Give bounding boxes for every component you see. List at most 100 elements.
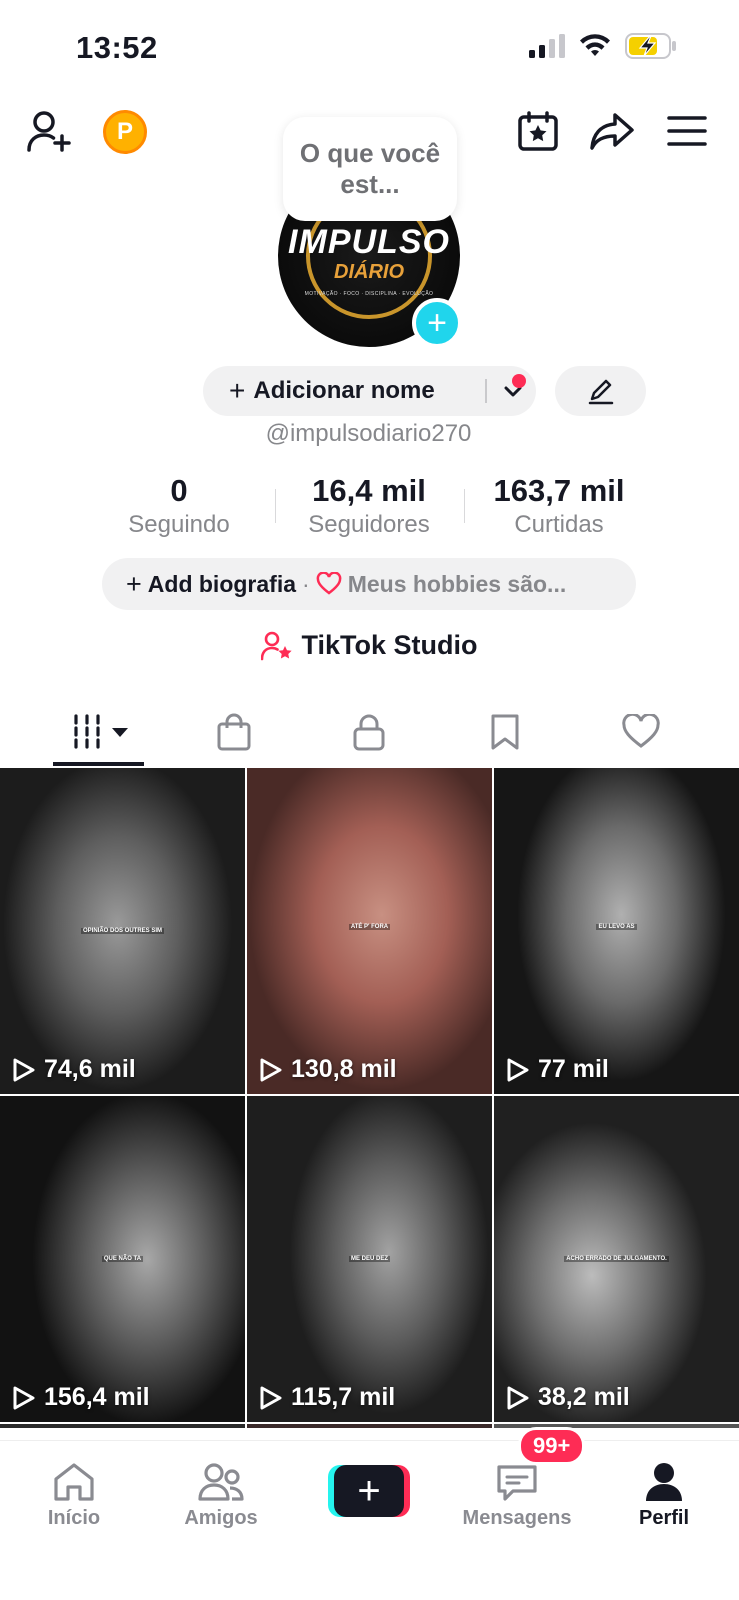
signal-icon <box>529 34 565 58</box>
thumbnail-image <box>494 768 739 1094</box>
avatar-logo-title: IMPULSO <box>288 223 450 261</box>
view-count: 38,2 mil <box>506 1383 630 1412</box>
tab-saved[interactable] <box>475 710 535 754</box>
add-name-button[interactable]: + Adicionar nome <box>203 366 536 416</box>
add-bio-label: Add biografia <box>147 570 297 597</box>
clock: 13:52 <box>76 30 158 65</box>
divider <box>485 379 487 403</box>
video-caption: ME DEU DEZ <box>348 1256 390 1262</box>
menu-button[interactable] <box>664 110 710 152</box>
thumbnail-image <box>247 768 492 1094</box>
username-text: @impulsodiario270 <box>265 420 472 447</box>
bottom-navigation: Início Amigos + Mensagens 99+ Perfil <box>0 1427 739 1600</box>
tab-private[interactable] <box>339 710 399 754</box>
plus-icon: + <box>126 568 142 599</box>
view-count: 156,4 mil <box>12 1383 150 1412</box>
stat-followers[interactable]: 16,4 mil Seguidores <box>274 473 464 541</box>
tab-videos[interactable] <box>68 710 134 754</box>
avatar-logo-subtitle: DIÁRIO <box>334 261 404 283</box>
view-count-text: 130,8 mil <box>291 1055 397 1083</box>
add-name-label: Adicionar nome <box>253 377 435 404</box>
video-thumbnail[interactable] <box>0 1424 245 1428</box>
status-icons <box>529 33 677 59</box>
nav-friends-label: Amigos <box>184 1507 258 1529</box>
video-caption: QUE NÃO TA <box>101 1256 144 1262</box>
nav-friends[interactable]: Amigos <box>161 1457 281 1530</box>
create-plus-icon: + <box>334 1465 404 1517</box>
profile-icon <box>646 1463 682 1501</box>
calendar-button[interactable] <box>514 107 562 155</box>
share-button[interactable] <box>588 107 636 155</box>
video-caption: EU LEVO AS <box>596 924 637 930</box>
add-user-icon <box>27 111 71 152</box>
content-tabs <box>0 700 739 768</box>
view-count-text: 74,6 mil <box>44 1055 136 1083</box>
hamburger-menu-icon <box>667 116 707 146</box>
avatar-logo-tagline: MOTIVAÇÃO · FOCO · DISCIPLINA · EVOLUÇÃO <box>304 291 434 297</box>
video-caption: ATÉ P' FORA <box>348 924 391 930</box>
tab-shop[interactable] <box>204 710 264 754</box>
add-avatar-button[interactable]: + <box>412 298 462 348</box>
view-count-text: 77 mil <box>538 1055 609 1083</box>
heart-icon <box>622 714 660 748</box>
create-button[interactable]: + <box>328 1465 410 1517</box>
stat-followers-label: Seguidores <box>308 511 430 538</box>
play-icon <box>13 1386 35 1409</box>
wifi-icon <box>580 34 610 56</box>
view-count: 74,6 mil <box>12 1055 136 1084</box>
video-caption: OPINIÃO DOS OUTRES SIM <box>80 928 164 934</box>
calendar-star-icon <box>518 111 558 151</box>
bookmark-icon <box>491 714 519 750</box>
nav-profile[interactable]: Perfil <box>604 1457 724 1530</box>
play-icon <box>260 1386 282 1409</box>
play-icon <box>260 1058 282 1081</box>
messages-icon <box>497 1465 537 1501</box>
video-thumbnail[interactable] <box>247 1424 492 1428</box>
tab-liked[interactable] <box>611 710 671 754</box>
stat-following[interactable]: 0 Seguindo <box>84 473 274 541</box>
studio-label: TikTok Studio <box>301 630 478 660</box>
status-bar: 13:52 <box>0 0 739 95</box>
add-friend-button[interactable] <box>26 108 74 156</box>
stat-likes-label: Curtidas <box>514 511 604 538</box>
video-thumbnail[interactable]: EU LEVO AS 77 mil <box>494 768 739 1094</box>
video-thumbnail[interactable]: ATÉ P' FORA 130,8 mil <box>247 768 492 1094</box>
video-thumbnail[interactable]: ME DEU DEZ 115,7 mil <box>247 1096 492 1422</box>
video-thumbnail[interactable]: OPINIÃO DOS OUTRES SIM 74,6 mil <box>0 768 245 1094</box>
nav-messages[interactable]: Mensagens <box>457 1457 577 1530</box>
view-count: 130,8 mil <box>259 1055 397 1084</box>
profile-stats: 0 Seguindo 16,4 mil Seguidores 163,7 mil… <box>0 473 739 543</box>
lock-icon <box>353 714 385 751</box>
notification-dot <box>512 374 526 388</box>
edit-profile-button[interactable] <box>555 366 646 416</box>
share-arrow-icon <box>590 113 634 150</box>
video-caption: ACHO ERRADO DE JULGAMENTO. <box>564 1256 669 1262</box>
messages-badge: 99+ <box>518 1427 586 1465</box>
play-icon <box>13 1058 35 1081</box>
note-bubble[interactable]: O que você est... <box>283 117 457 221</box>
play-icon <box>507 1386 529 1409</box>
add-bio-button[interactable]: + Add biografia · Meus hobbies são... <box>102 558 636 610</box>
view-count: 115,7 mil <box>259 1383 395 1412</box>
heart-outline-icon <box>316 572 342 595</box>
stat-likes[interactable]: 163,7 mil Curtidas <box>464 473 654 541</box>
nav-home[interactable]: Início <box>14 1457 134 1530</box>
bio-suggestion: Meus hobbies são... <box>347 570 567 597</box>
username: @impulsodiario270 <box>0 420 739 448</box>
plus-icon: + <box>427 304 447 342</box>
video-thumbnail[interactable]: ACHO ERRADO DE JULGAMENTO. 38,2 mil <box>494 1096 739 1422</box>
note-text: O que você est... <box>299 138 441 199</box>
view-count-text: 115,7 mil <box>291 1383 396 1411</box>
view-count-text: 156,4 mil <box>44 1383 150 1411</box>
stat-followers-value: 16,4 mil <box>312 473 426 508</box>
coins-button[interactable]: P <box>103 110 147 154</box>
friends-icon <box>198 1463 244 1501</box>
nav-home-label: Início <box>47 1507 101 1529</box>
shop-bag-icon <box>217 713 251 751</box>
tiktok-studio-link[interactable]: TikTok Studio <box>0 630 739 661</box>
stat-following-label: Seguindo <box>128 511 230 538</box>
video-thumbnail[interactable]: QUE NÃO TA 156,4 mil <box>0 1096 245 1422</box>
videos-grid-icon <box>74 714 128 750</box>
video-grid: OPINIÃO DOS OUTRES SIM 74,6 mil ATÉ P' F… <box>0 768 739 1428</box>
pencil-icon <box>588 379 613 405</box>
